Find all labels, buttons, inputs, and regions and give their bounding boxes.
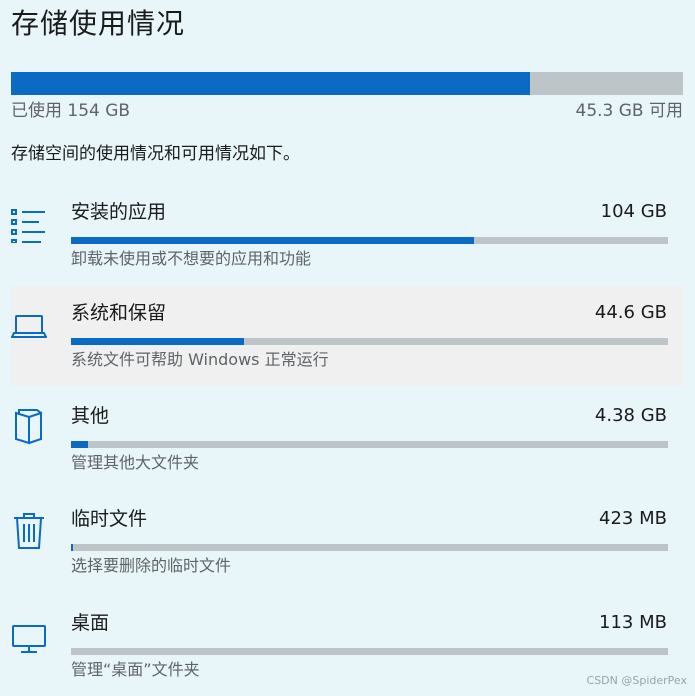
category-usage-bar-fill: [71, 338, 245, 345]
category-system-reserved[interactable]: 系统和保留 44.6 GB 系统文件可帮助 Windows 正常运行: [11, 286, 683, 386]
category-subtitle: 卸载未使用或不想要的应用和功能: [71, 249, 312, 268]
laptop-icon: [11, 304, 47, 344]
category-size: 423 MB: [599, 508, 667, 529]
category-temporary-files[interactable]: 临时文件 423 MB 选择要删除的临时文件: [11, 492, 683, 592]
category-usage-bar-fill: [71, 237, 474, 244]
category-usage-bar: [71, 544, 668, 551]
free-storage-label: 45.3 GB 可用: [575, 101, 684, 121]
total-storage-bar-fill: [11, 72, 531, 95]
category-subtitle: 选择要删除的临时文件: [71, 556, 232, 575]
monitor-icon: [11, 614, 47, 654]
category-usage-bar-fill: [71, 441, 88, 448]
category-desktop[interactable]: 桌面 113 MB 管理“桌面”文件夹: [11, 596, 683, 696]
category-installed-apps[interactable]: 安装的应用 104 GB 卸载未使用或不想要的应用和功能: [11, 185, 683, 285]
category-size: 4.38 GB: [594, 405, 667, 426]
category-name: 系统和保留: [71, 302, 167, 324]
category-name: 临时文件: [71, 508, 148, 530]
total-storage-bar: [11, 72, 683, 95]
category-usage-bar: [71, 237, 668, 244]
used-storage-label: 已使用 154 GB: [11, 101, 131, 121]
category-name: 安装的应用: [71, 201, 167, 223]
list-icon: [11, 203, 47, 243]
category-size: 113 MB: [599, 612, 667, 633]
category-usage-bar-fill: [71, 544, 73, 551]
trash-icon: [11, 510, 47, 550]
storage-description: 存储空间的使用情况和可用情况如下。: [11, 144, 300, 164]
category-subtitle: 管理其他大文件夹: [71, 453, 200, 472]
category-size: 44.6 GB: [594, 302, 667, 323]
category-other[interactable]: 其他 4.38 GB 管理其他大文件夹: [11, 389, 683, 489]
category-name: 其他: [71, 405, 110, 427]
category-subtitle: 系统文件可帮助 Windows 正常运行: [71, 350, 329, 369]
category-usage-bar: [71, 441, 668, 448]
watermark: CSDN @SpiderPex: [586, 674, 687, 687]
category-name: 桌面: [71, 612, 110, 634]
category-size: 104 GB: [600, 201, 667, 222]
folder-icon: [11, 407, 47, 447]
category-usage-bar: [71, 338, 668, 345]
category-usage-bar: [71, 648, 668, 655]
page-title: 存储使用情况: [11, 7, 186, 40]
category-subtitle: 管理“桌面”文件夹: [71, 660, 200, 679]
